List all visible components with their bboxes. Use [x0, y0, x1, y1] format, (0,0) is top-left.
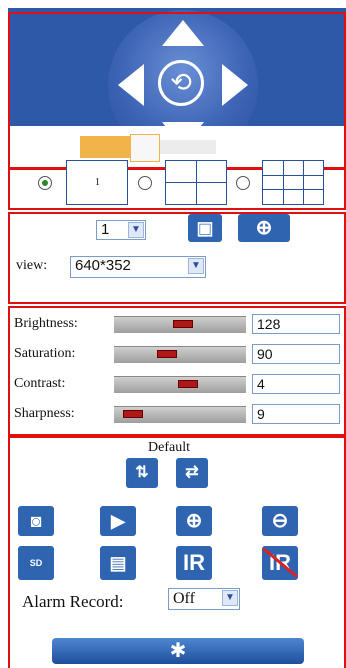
- gear-icon: ✱: [169, 640, 187, 662]
- ir-on-icon[interactable]: IR: [176, 546, 212, 580]
- saturation-value[interactable]: 90: [252, 344, 340, 364]
- chevron-down-icon: ▼: [222, 590, 238, 606]
- ptz-section-frame: [8, 12, 346, 169]
- ir-label: IR: [183, 550, 205, 575]
- sharpness-thumb[interactable]: [123, 410, 143, 418]
- sd-card-icon[interactable]: SD: [18, 546, 54, 580]
- sharpness-label: Sharpness:: [14, 406, 75, 421]
- preset-select[interactable]: 1 ▼: [96, 220, 146, 240]
- saturation-label: Saturation:: [14, 346, 76, 361]
- flip-icon[interactable]: ⇅: [126, 458, 158, 488]
- clapperboard-icon[interactable]: ▤: [100, 546, 136, 580]
- settings-button[interactable]: ✱: [52, 638, 304, 664]
- video-camera-icon[interactable]: ▶: [100, 506, 136, 536]
- brightness-value[interactable]: 128: [252, 314, 340, 334]
- layout-9-box[interactable]: [262, 160, 324, 205]
- layout-4-box[interactable]: [165, 160, 227, 205]
- preset-number: 1: [101, 221, 110, 238]
- layout-1-radio[interactable]: [38, 176, 52, 190]
- saturation-slider[interactable]: [114, 346, 246, 363]
- brightness-label: Brightness:: [14, 316, 78, 331]
- alarm-record-value: Off: [173, 590, 195, 607]
- brightness-thumb[interactable]: [173, 320, 193, 328]
- grid-divider: [166, 182, 226, 183]
- view-select[interactable]: 640*352 ▼: [70, 256, 206, 278]
- crosshair-icon[interactable]: ⊕: [238, 214, 290, 242]
- mirror-icon[interactable]: ⇄: [176, 458, 208, 488]
- grid-divider: [263, 175, 323, 176]
- layout-4-radio[interactable]: [138, 176, 152, 190]
- default-label: Default: [148, 440, 190, 455]
- camera-icon[interactable]: ◙: [18, 506, 54, 536]
- contrast-value[interactable]: 4: [252, 374, 340, 394]
- grid-divider: [283, 161, 284, 204]
- layout-1-label: 1: [95, 177, 100, 188]
- grid-divider: [263, 189, 323, 190]
- ir-off-icon[interactable]: IR: [262, 546, 298, 580]
- alarm-record-label: Alarm Record:: [22, 592, 124, 611]
- contrast-thumb[interactable]: [178, 380, 198, 388]
- layout-1-box[interactable]: 1: [66, 160, 128, 205]
- zoom-out-icon[interactable]: ⊖: [262, 506, 298, 536]
- zoom-in-icon[interactable]: ⊕: [176, 506, 212, 536]
- layout-9-radio[interactable]: [236, 176, 250, 190]
- contrast-label: Contrast:: [14, 376, 66, 391]
- sharpness-slider[interactable]: [114, 406, 246, 423]
- saturation-thumb[interactable]: [157, 350, 177, 358]
- grid-divider: [303, 161, 304, 204]
- brightness-slider[interactable]: [114, 316, 246, 333]
- alarm-record-select[interactable]: Off ▼: [168, 588, 240, 610]
- chevron-down-icon: ▼: [128, 222, 144, 238]
- save-icon[interactable]: ▣: [188, 214, 222, 242]
- view-value: 640*352: [75, 257, 131, 274]
- chevron-down-icon: ▼: [188, 258, 204, 274]
- sharpness-value[interactable]: 9: [252, 404, 340, 424]
- sd-label: SD: [29, 558, 43, 568]
- view-label: view:: [16, 258, 48, 273]
- contrast-slider[interactable]: [114, 376, 246, 393]
